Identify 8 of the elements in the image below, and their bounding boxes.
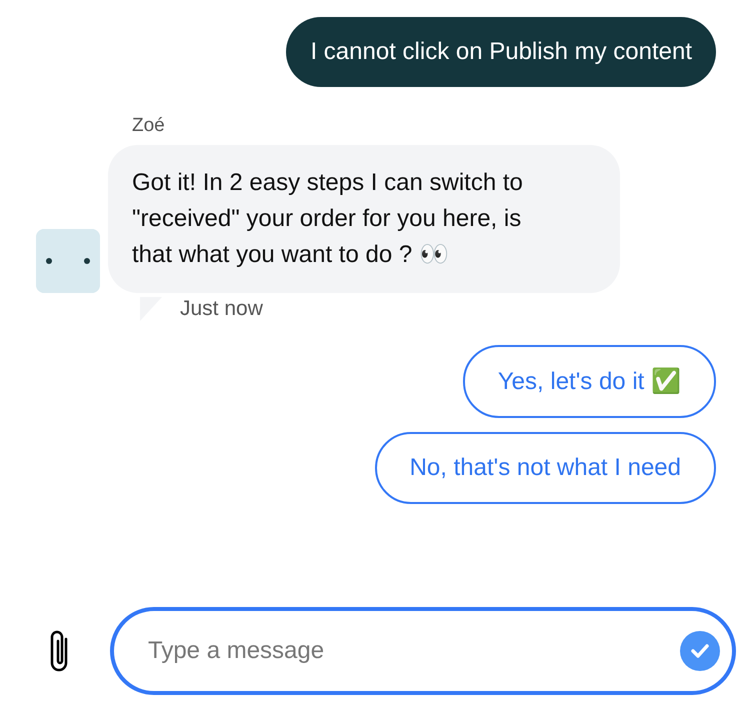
sender-name: Zoé	[132, 115, 166, 137]
message-time: Just now	[180, 297, 263, 321]
quick-reply-button[interactable]: No, that's not what I need	[374, 432, 716, 504]
bot-message: Got it! In 2 easy steps I can switch to "received" your order for you here, is that what you want to do ? 👀	[108, 145, 620, 293]
user-message: I cannot click on Publish my content	[286, 17, 716, 87]
quick-reply-button[interactable]: Yes, let's do it ✅	[462, 345, 716, 418]
message-field[interactable]: Type a message	[110, 607, 736, 695]
send-icon[interactable]	[680, 631, 720, 671]
